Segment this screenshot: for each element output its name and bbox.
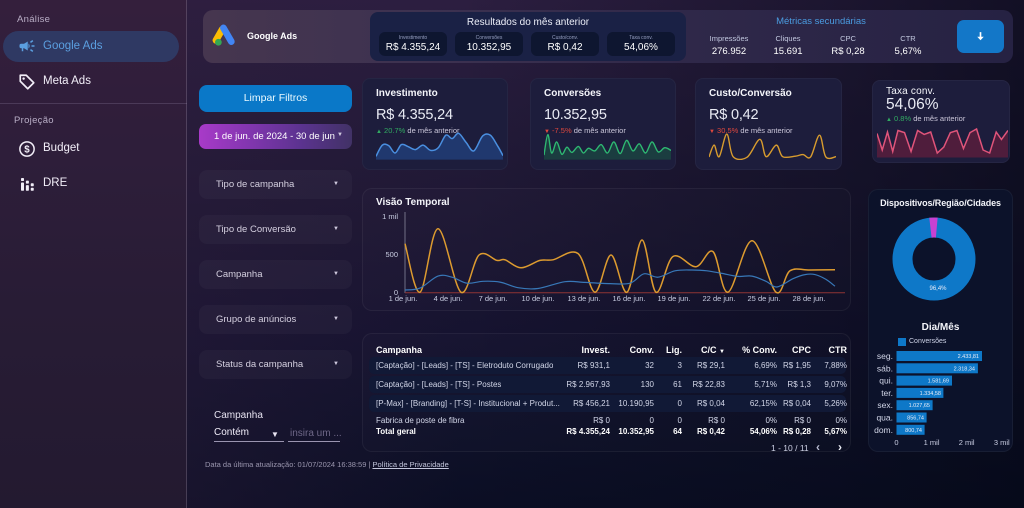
svg-text:dom.: dom. xyxy=(874,425,893,435)
svg-text:qua.: qua. xyxy=(876,413,893,423)
svg-text:1.027,65: 1.027,65 xyxy=(909,403,930,409)
svg-text:2.318,34: 2.318,34 xyxy=(954,366,975,372)
svg-text:2 mil: 2 mil xyxy=(959,438,975,447)
svg-text:sáb.: sáb. xyxy=(877,363,893,373)
svg-text:3 mil: 3 mil xyxy=(994,438,1010,447)
svg-text:1.334,58: 1.334,58 xyxy=(920,391,941,397)
svg-text:sex.: sex. xyxy=(877,400,893,410)
svg-text:seg.: seg. xyxy=(877,351,893,361)
svg-text:1.581,69: 1.581,69 xyxy=(928,379,949,385)
svg-text:ter.: ter. xyxy=(881,388,893,398)
svg-text:800,74: 800,74 xyxy=(905,428,922,434)
svg-text:qui.: qui. xyxy=(879,376,893,386)
svg-text:2.433,81: 2.433,81 xyxy=(958,354,979,360)
svg-text:856,74: 856,74 xyxy=(907,416,924,422)
svg-text:$: $ xyxy=(24,144,30,155)
svg-text:1 mil: 1 mil xyxy=(924,438,940,447)
svg-text:0: 0 xyxy=(894,438,898,447)
